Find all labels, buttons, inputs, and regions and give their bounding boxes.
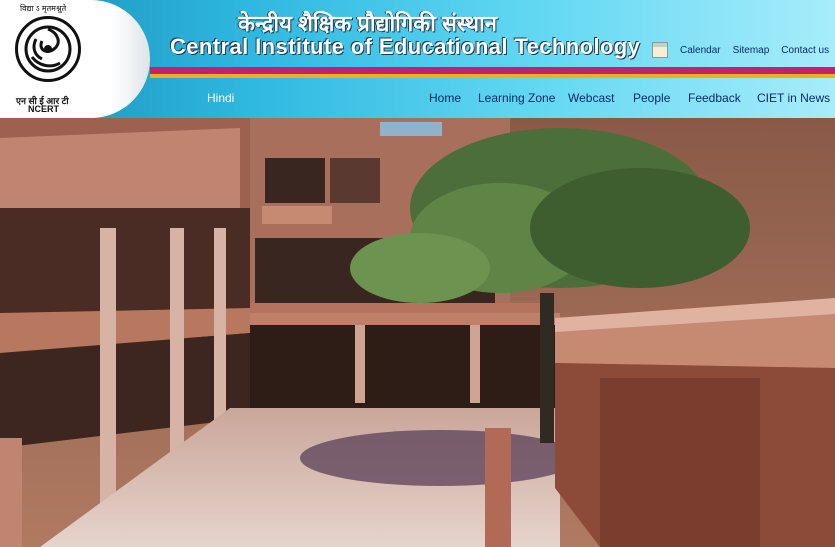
nav-people[interactable]: People [633,91,670,105]
calendar-icon[interactable] [652,42,668,58]
calendar-link[interactable]: Calendar [680,45,721,56]
site-header: विद्या ऽ मृतमश्नुते एन सी ई आर टी NCERT … [0,0,835,118]
utility-links: Calendar Sitemap Contact us [652,42,829,58]
campus-photo [0,118,835,547]
main-nav: Hindi Home Learning Zone Webcast People … [150,82,835,118]
sitemap-link[interactable]: Sitemap [733,45,770,56]
header-stripe-gold [150,74,835,78]
nav-ciet-in-news[interactable]: CIET in News [757,91,830,105]
logo-english-abbr: NCERT [28,104,59,114]
ncert-logo-icon [15,16,81,82]
campus-photo-illustration [0,118,835,547]
nav-feedback[interactable]: Feedback [688,91,741,105]
site-title-english: Central Institute of Educational Technol… [170,34,641,59]
contact-us-link[interactable]: Contact us [781,45,829,56]
nav-learning-zone[interactable]: Learning Zone [478,91,555,105]
nav-webcast[interactable]: Webcast [568,91,614,105]
ncert-logo-glyph-icon [24,25,72,73]
logo-area[interactable]: विद्या ऽ मृतमश्नुते एन सी ई आर टी NCERT [0,0,150,118]
header-stripe-pink [150,67,835,74]
nav-hindi[interactable]: Hindi [207,91,234,105]
logo-tagline: विद्या ऽ मृतमश्नुते [20,4,67,13]
nav-home[interactable]: Home [429,91,461,105]
